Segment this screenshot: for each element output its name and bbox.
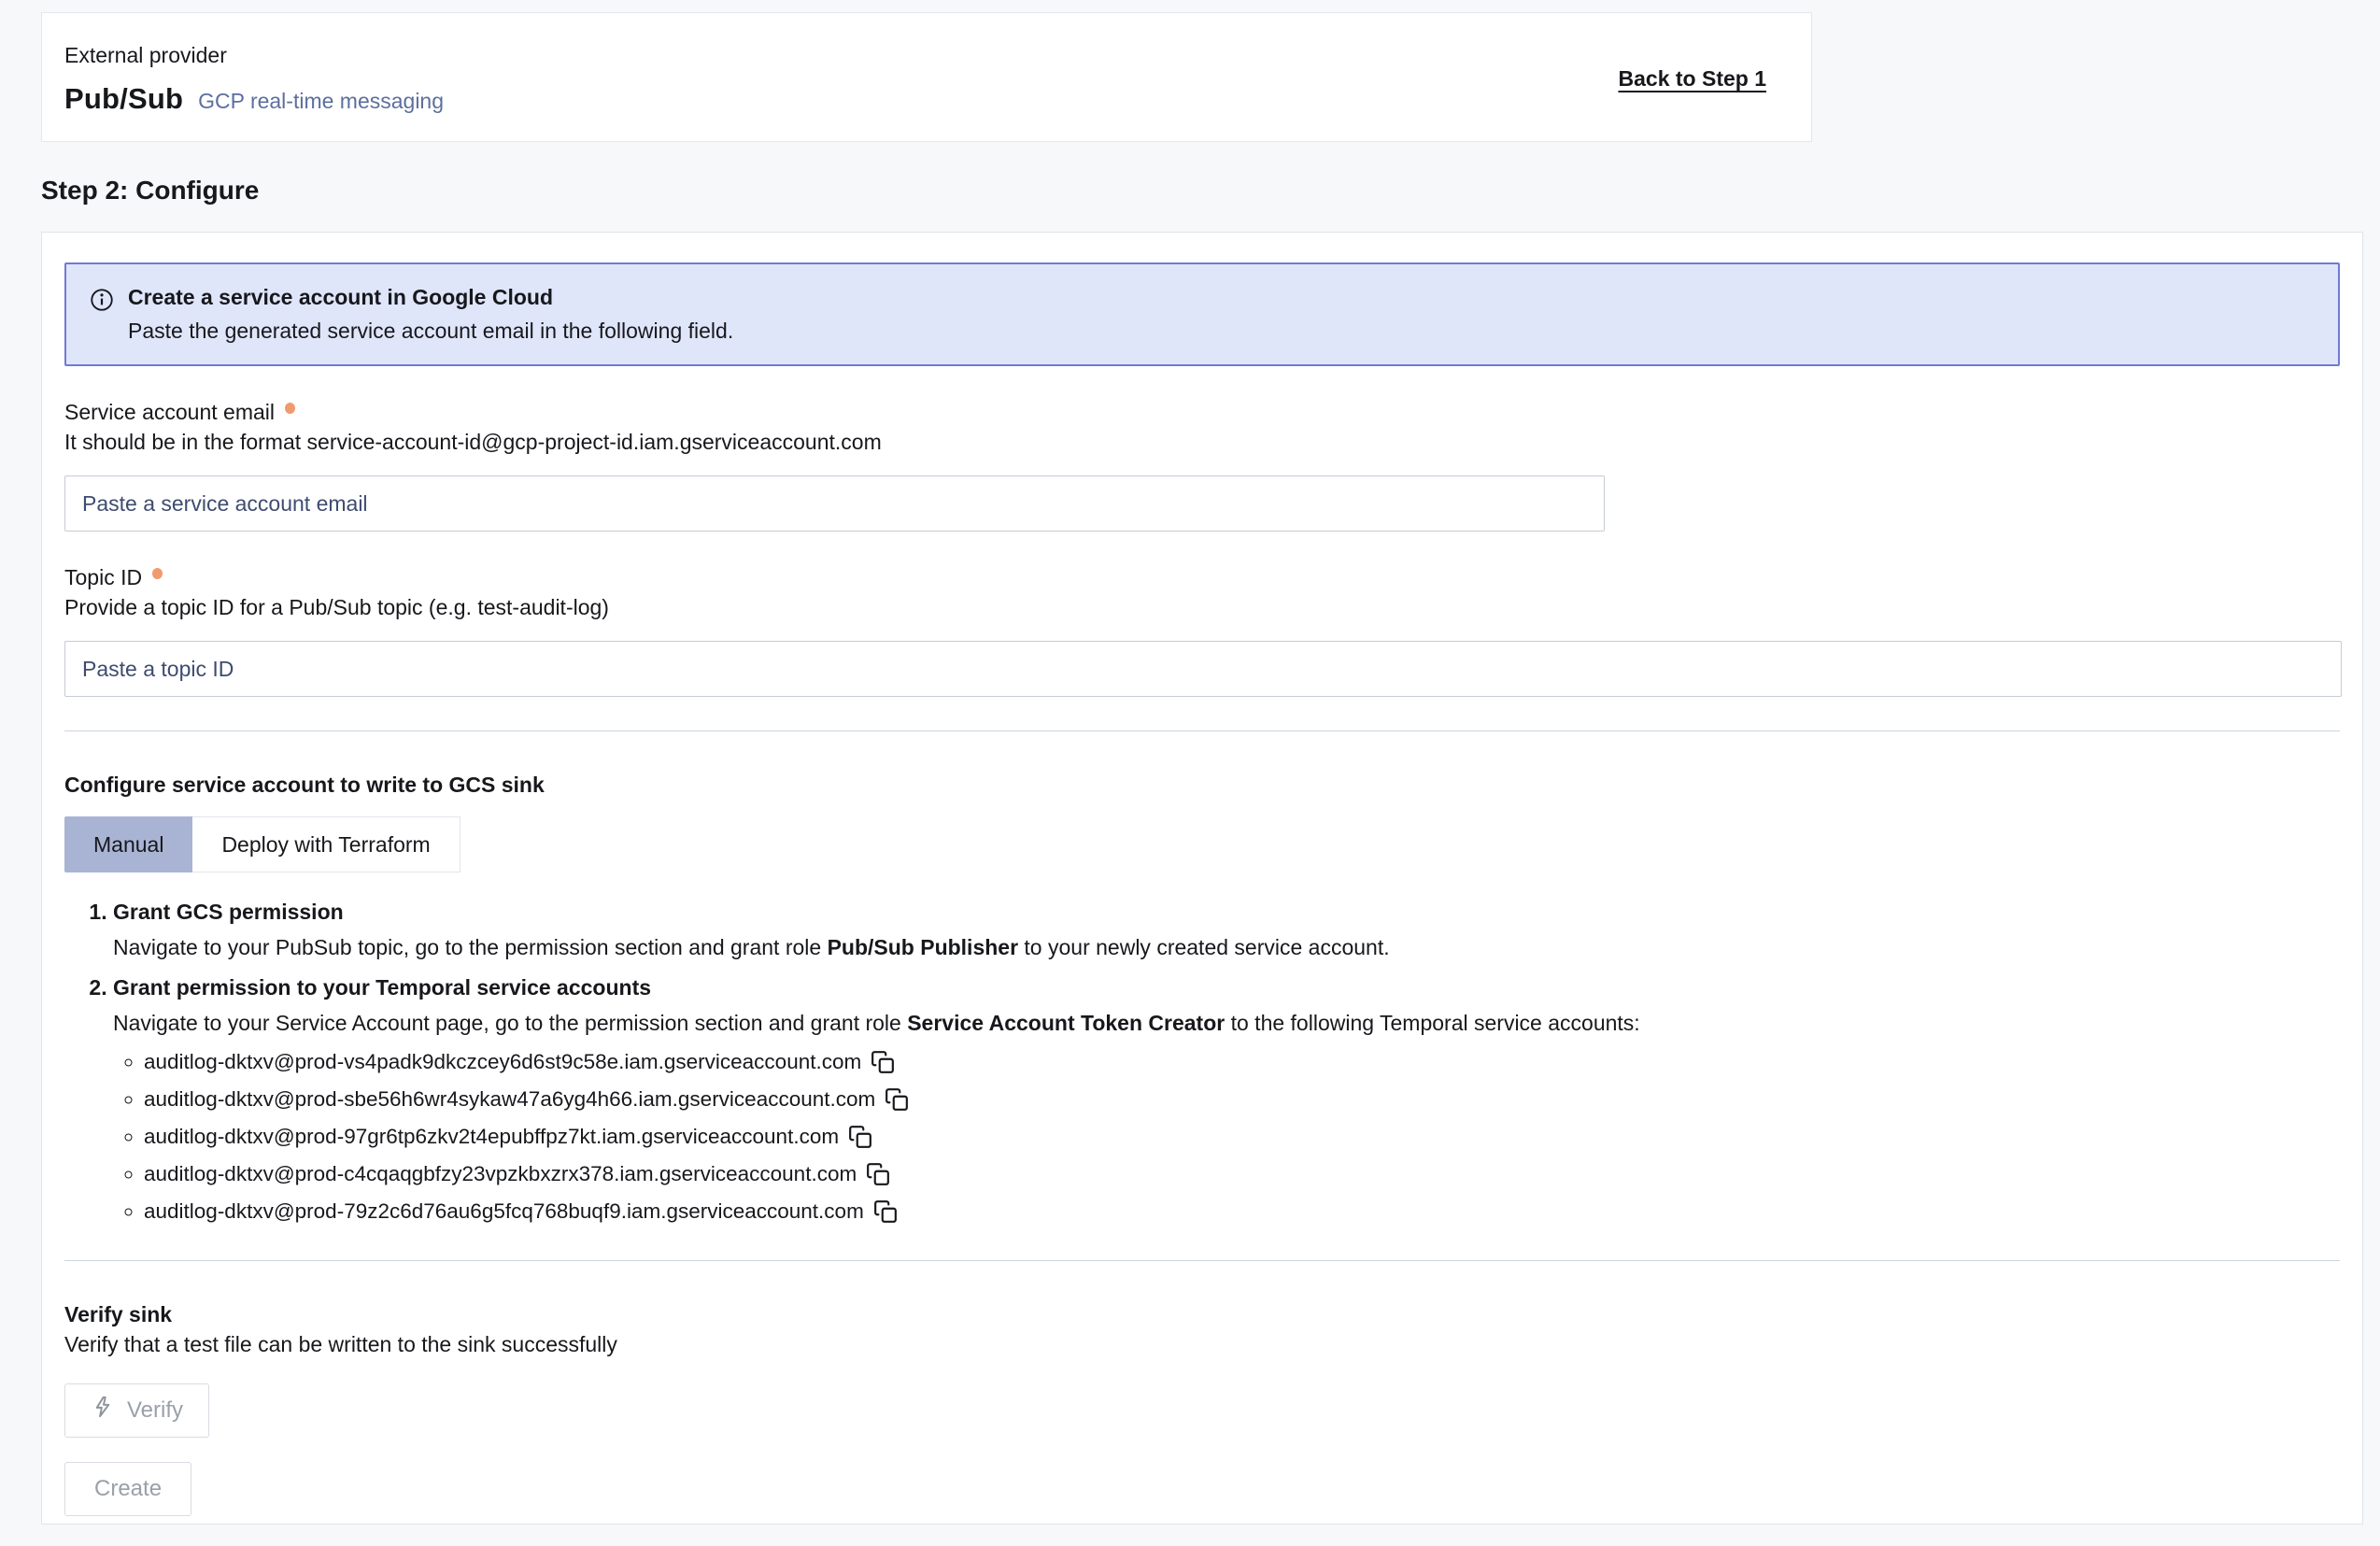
list-item: Grant permission to your Temporal servic… bbox=[113, 972, 2340, 1227]
verify-button[interactable]: Verify bbox=[64, 1383, 209, 1438]
topic-id-helper: Provide a topic ID for a Pub/Sub topic (… bbox=[64, 595, 2340, 620]
role-name: Pub/Sub Publisher bbox=[828, 935, 1018, 959]
provider-subtitle: GCP real-time messaging bbox=[198, 89, 444, 114]
verify-button-label: Verify bbox=[127, 1397, 183, 1424]
service-account-email: auditlog-dktxv@prod-c4cqaqgbfzy23vpzkbxz… bbox=[144, 1162, 857, 1185]
lightning-bolt-icon bbox=[91, 1395, 115, 1425]
manual-steps-list: Grant GCS permission Navigate to your Pu… bbox=[64, 897, 2340, 1227]
info-alert: Create a service account in Google Cloud… bbox=[64, 262, 2340, 366]
service-account-email: auditlog-dktxv@prod-sbe56h6wr4sykaw47a6y… bbox=[144, 1087, 875, 1111]
tab-deploy-with-terraform[interactable]: Deploy with Terraform bbox=[192, 816, 460, 872]
service-account-email: auditlog-dktxv@prod-97gr6tp6zkv2t4epubff… bbox=[144, 1125, 839, 1148]
step-2-title: Grant permission to your Temporal servic… bbox=[113, 972, 2340, 1003]
role-name: Service Account Token Creator bbox=[907, 1011, 1225, 1035]
provider-summary-card: External provider Pub/Sub GCP real-time … bbox=[41, 12, 1812, 142]
list-item: auditlog-dktxv@prod-c4cqaqgbfzy23vpzkbxz… bbox=[144, 1160, 2340, 1189]
service-account-email: auditlog-dktxv@prod-79z2c6d76au6g5fcq768… bbox=[144, 1199, 864, 1223]
service-account-email: auditlog-dktxv@prod-vs4padk9dkczcey6d6st… bbox=[144, 1050, 861, 1073]
info-icon bbox=[89, 287, 115, 319]
required-indicator bbox=[152, 568, 163, 579]
copy-icon[interactable] bbox=[871, 1050, 895, 1077]
tab-manual[interactable]: Manual bbox=[64, 816, 192, 872]
step-1-title: Grant GCS permission bbox=[113, 897, 2340, 928]
list-item: Grant GCS permission Navigate to your Pu… bbox=[113, 897, 2340, 965]
configure-card: Create a service account in Google Cloud… bbox=[41, 232, 2363, 1525]
provider-card-label: External provider bbox=[64, 43, 444, 68]
config-method-tabs: Manual Deploy with Terraform bbox=[64, 816, 2340, 872]
list-item: auditlog-dktxv@prod-97gr6tp6zkv2t4epubff… bbox=[144, 1123, 2340, 1152]
service-account-email-helper: It should be in the format service-accou… bbox=[64, 430, 2340, 455]
page-title: Step 2: Configure bbox=[41, 176, 2380, 206]
alert-body: Paste the generated service account emai… bbox=[128, 319, 733, 344]
service-accounts-list: auditlog-dktxv@prod-vs4padk9dkczcey6d6st… bbox=[113, 1048, 2340, 1227]
list-item: auditlog-dktxv@prod-79z2c6d76au6g5fcq768… bbox=[144, 1198, 2340, 1227]
configure-section-title: Configure service account to write to GC… bbox=[64, 773, 2340, 798]
verify-sink-helper: Verify that a test file can be written t… bbox=[64, 1332, 2340, 1357]
service-account-email-label: Service account email bbox=[64, 400, 2340, 425]
step-1-body: Navigate to your PubSub topic, go to the… bbox=[113, 931, 2340, 965]
required-indicator bbox=[285, 403, 295, 414]
create-button[interactable]: Create bbox=[64, 1462, 191, 1516]
list-item: auditlog-dktxv@prod-vs4padk9dkczcey6d6st… bbox=[144, 1048, 2340, 1077]
copy-icon[interactable] bbox=[885, 1087, 909, 1114]
create-button-label: Create bbox=[94, 1476, 162, 1502]
provider-info: External provider Pub/Sub GCP real-time … bbox=[64, 43, 444, 116]
list-item: auditlog-dktxv@prod-sbe56h6wr4sykaw47a6y… bbox=[144, 1085, 2340, 1114]
copy-icon[interactable] bbox=[848, 1125, 872, 1152]
copy-icon[interactable] bbox=[866, 1162, 890, 1189]
step-2-body: Navigate to your Service Account page, g… bbox=[113, 1007, 2340, 1041]
copy-icon[interactable] bbox=[873, 1199, 898, 1227]
back-to-step-1-link[interactable]: Back to Step 1 bbox=[1619, 66, 1767, 92]
alert-title: Create a service account in Google Cloud bbox=[128, 285, 733, 310]
topic-id-input[interactable] bbox=[64, 641, 2342, 697]
topic-id-label: Topic ID bbox=[64, 565, 2340, 590]
provider-name: Pub/Sub bbox=[64, 82, 183, 116]
section-divider bbox=[64, 1260, 2340, 1261]
service-account-email-input[interactable] bbox=[64, 475, 1605, 532]
section-divider bbox=[64, 730, 2340, 731]
verify-sink-title: Verify sink bbox=[64, 1302, 2340, 1327]
